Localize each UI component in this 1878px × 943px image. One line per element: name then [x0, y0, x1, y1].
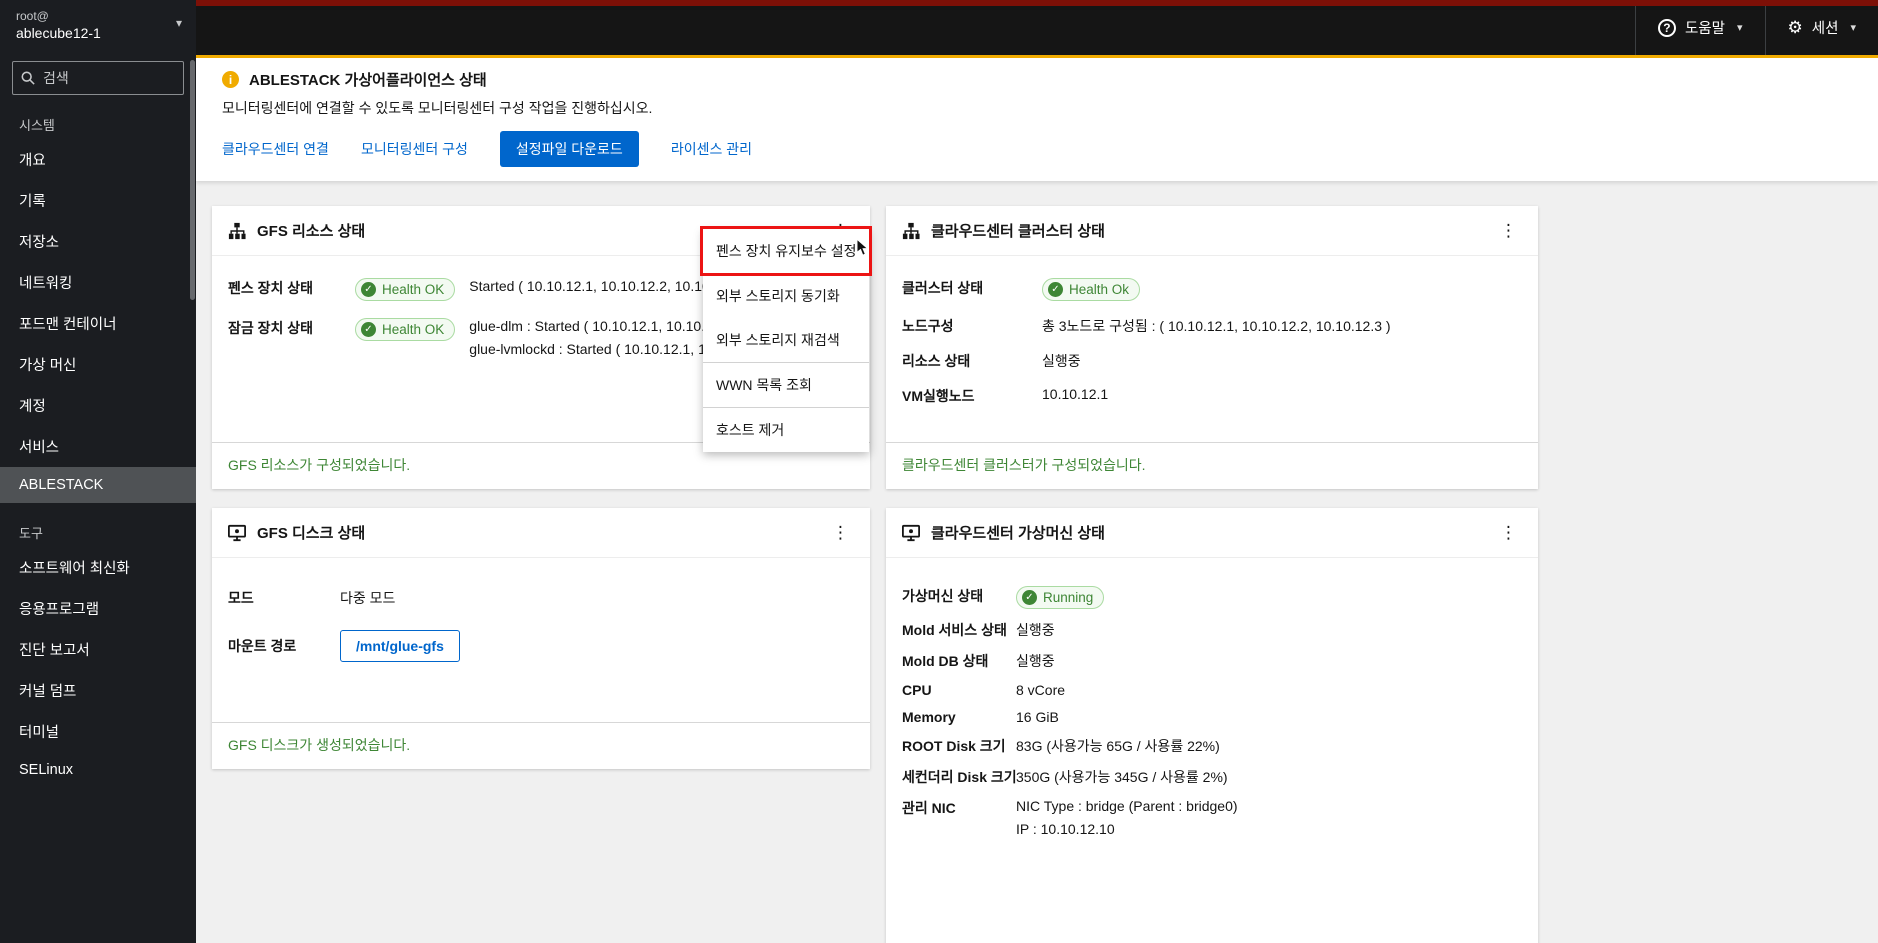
- status-badge: ✓ Health OK: [355, 318, 456, 341]
- search-input[interactable]: [12, 61, 184, 95]
- gear-icon: ⚙: [1787, 18, 1803, 37]
- sidebar-item-logs[interactable]: 기록: [0, 180, 196, 221]
- kebab-menu-icon[interactable]: ⋮: [1495, 222, 1522, 239]
- appliance-status-banner: i ABLESTACK 가상어플라이언스 상태 모니터링센터에 연결할 수 있도…: [196, 55, 1878, 181]
- menu-item-rescan-external-storage[interactable]: 외부 스토리지 재검색: [703, 318, 870, 362]
- sidebar-item-software-updates[interactable]: 소프트웨어 최신화: [0, 547, 196, 588]
- card-title: 클라우드센터 가상머신 상태: [931, 525, 1105, 542]
- vm-node-row: VM실행노드 10.10.12.1: [902, 386, 1109, 404]
- chevron-down-icon: ▾: [175, 16, 182, 30]
- sidebar-item-services[interactable]: 서비스: [0, 426, 196, 467]
- cpu-row: CPU 8 vCore: [902, 682, 1066, 698]
- sidebar-item-podman[interactable]: 포드맨 컨테이너: [0, 303, 196, 344]
- help-menu-button[interactable]: ? 도움말 ▾: [1634, 0, 1765, 55]
- card-footer-message: 클라우드센터 클러스터가 구성되었습니다.: [886, 442, 1538, 489]
- sidebar-item-overview[interactable]: 개요: [0, 139, 196, 180]
- mount-path-row: 마운트 경로 /mnt/glue-gfs: [228, 630, 854, 662]
- banner-title: ABLESTACK 가상어플라이언스 상태: [249, 72, 487, 89]
- masthead: ? 도움말 ▾ ⚙ 세션 ▾: [196, 0, 1878, 55]
- hostname: ablecube12-1: [16, 25, 101, 41]
- chevron-down-icon: ▾: [1737, 22, 1743, 34]
- menu-item-sync-external-storage[interactable]: 외부 스토리지 동기화: [703, 273, 870, 318]
- node-config-row: 노드구성 총 3노드로 구성됨 : ( 10.10.12.1, 10.10.12…: [902, 318, 1391, 334]
- sidebar-item-applications[interactable]: 응용프로그램: [0, 588, 196, 629]
- sidebar-search: [12, 61, 184, 95]
- info-icon: i: [222, 71, 239, 88]
- mount-path-button[interactable]: /mnt/glue-gfs: [340, 630, 460, 662]
- card-title: GFS 리소스 상태: [257, 223, 366, 240]
- mgmt-nic-row: 관리 NIC NIC Type : bridge (Parent : bridg…: [902, 798, 1238, 837]
- cluster-status-row: 클러스터 상태 ✓ Health Ok: [902, 278, 1522, 301]
- resource-status-row: 리소스 상태 실행중: [902, 353, 1081, 369]
- chevron-down-icon: ▾: [1850, 22, 1856, 34]
- check-icon: ✓: [1048, 282, 1063, 297]
- check-icon: ✓: [361, 322, 376, 337]
- session-label: 세션: [1811, 21, 1839, 37]
- cluster-icon: [902, 222, 920, 239]
- memory-row: Memory 16 GiB: [902, 709, 1059, 725]
- mode-row: 모드 다중 모드: [228, 590, 396, 606]
- display-icon: [902, 524, 920, 541]
- help-label: 도움말: [1684, 21, 1725, 37]
- sidebar-section-system: 시스템: [19, 118, 55, 133]
- cloudcenter-cluster-card: 클라우드센터 클러스터 상태 ⋮ 클러스터 상태 ✓ Health Ok 노드구…: [886, 206, 1538, 489]
- status-badge: ✓ Health Ok: [1042, 278, 1141, 301]
- vm-status-row: 가상머신 상태 ✓ Running: [902, 586, 1522, 609]
- sidebar-scrollbar[interactable]: [190, 60, 195, 300]
- main-content: i ABLESTACK 가상어플라이언스 상태 모니터링센터에 연결할 수 있도…: [196, 55, 1878, 943]
- status-badge: ✓ Health OK: [355, 278, 456, 301]
- menu-item-remove-host[interactable]: 호스트 제거: [703, 407, 870, 452]
- cloudcenter-connect-link[interactable]: 클라우드센터 연결: [222, 139, 329, 159]
- session-menu-button[interactable]: ⚙ 세션 ▾: [1764, 0, 1878, 55]
- host-switcher[interactable]: root@ ablecube12-1 ▾: [0, 0, 196, 47]
- sidebar-item-ablestack[interactable]: ABLESTACK: [0, 467, 196, 503]
- cloudcenter-vm-card: 클라우드센터 가상머신 상태 ⋮ 가상머신 상태 ✓ Running Mold …: [886, 508, 1538, 943]
- sidebar-section-tools: 도구: [19, 526, 43, 541]
- sidebar-item-terminal[interactable]: 터미널: [0, 711, 196, 752]
- gfs-disk-card: GFS 디스크 상태 ⋮ 모드 다중 모드 마운트 경로 /mnt/glue-g…: [212, 508, 870, 769]
- mold-service-row: Mold 서비스 상태 실행중: [902, 622, 1055, 638]
- login-user: root@: [16, 9, 49, 23]
- sidebar-item-diagnostic-reports[interactable]: 진단 보고서: [0, 629, 196, 670]
- root-disk-row: ROOT Disk 크기 83G (사용가능 65G / 사용률 22%): [902, 738, 1220, 754]
- kebab-menu-icon[interactable]: ⋮: [827, 524, 854, 541]
- banner-actions: 클라우드센터 연결 모니터링센터 구성 설정파일 다운로드 라이센스 관리: [222, 131, 1852, 167]
- sidebar-item-networking[interactable]: 네트워킹: [0, 262, 196, 303]
- sidebar-item-selinux[interactable]: SELinux: [0, 752, 196, 788]
- card-title: GFS 디스크 상태: [257, 525, 366, 542]
- download-config-button[interactable]: 설정파일 다운로드: [499, 131, 639, 167]
- sidebar-item-kernel-dump[interactable]: 커널 덤프: [0, 670, 196, 711]
- kebab-menu-icon[interactable]: ⋮: [1495, 524, 1522, 541]
- cluster-icon: [228, 222, 246, 239]
- status-badge: ✓ Running: [1016, 586, 1105, 609]
- sidebar-item-storage[interactable]: 저장소: [0, 221, 196, 262]
- sidebar-item-accounts[interactable]: 계정: [0, 385, 196, 426]
- monitoringcenter-config-link[interactable]: 모니터링센터 구성: [361, 139, 468, 159]
- gfs-resource-kebab-menu: 펜스 장치 유지보수 설정 외부 스토리지 동기화 외부 스토리지 재검색 WW…: [703, 229, 870, 452]
- secondary-disk-row: 세컨더리 Disk 크기 350G (사용가능 345G / 사용률 2%): [902, 769, 1228, 785]
- top-red-strip: [196, 0, 1878, 6]
- sidebar-item-virtual-machines[interactable]: 가상 머신: [0, 344, 196, 385]
- check-icon: ✓: [1022, 590, 1037, 605]
- check-icon: ✓: [361, 282, 376, 297]
- sidebar: root@ ablecube12-1 ▾ 시스템 개요 기록 저장소 네트워킹 …: [0, 0, 196, 943]
- mold-db-row: Mold DB 상태 실행중: [902, 653, 1055, 669]
- cards-grid: GFS 리소스 상태 ⋮ 펜스 장치 상태 ✓ Health OK Starte…: [196, 181, 1878, 943]
- menu-item-fence-maintenance[interactable]: 펜스 장치 유지보수 설정: [703, 229, 870, 273]
- banner-subtitle: 모니터링센터에 연결할 수 있도록 모니터링센터 구성 작업을 진행하십시오.: [222, 100, 653, 116]
- display-icon: [228, 524, 246, 541]
- menu-item-wwn-list[interactable]: WWN 목록 조회: [703, 362, 870, 407]
- card-title: 클라우드센터 클러스터 상태: [931, 223, 1105, 240]
- search-icon: [21, 71, 35, 85]
- license-manage-link[interactable]: 라이센스 관리: [671, 139, 752, 159]
- cursor-icon: [856, 238, 870, 256]
- help-icon: ?: [1657, 18, 1676, 37]
- card-footer-message: GFS 디스크가 생성되었습니다.: [212, 722, 870, 769]
